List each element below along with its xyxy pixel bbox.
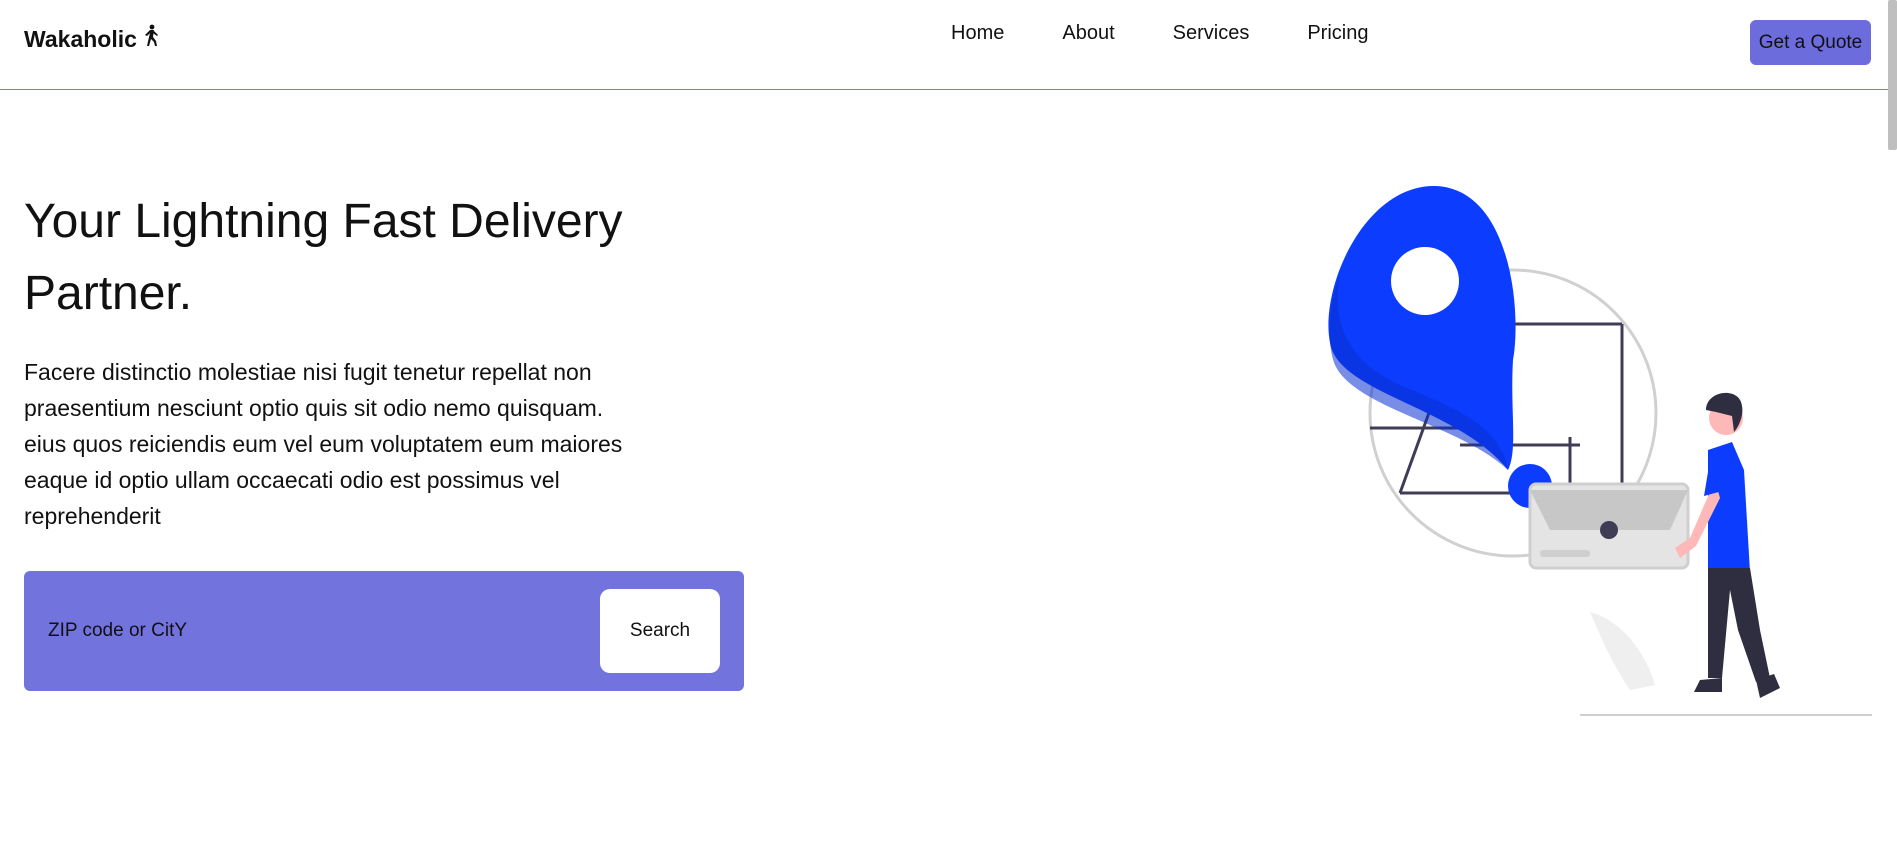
nav-about-link[interactable]: About — [1062, 22, 1114, 45]
search-button[interactable]: Search — [600, 589, 720, 673]
zip-city-search-input[interactable] — [48, 613, 468, 649]
nav-pricing-link[interactable]: Pricing — [1307, 22, 1368, 45]
scrollbar[interactable] — [1888, 0, 1897, 150]
logo-text: Wakaholic — [24, 25, 137, 52]
site-header: Wakaholic Home About Services Pricing Ge… — [0, 0, 1897, 90]
package-box — [1528, 482, 1690, 570]
nav-services-link[interactable]: Services — [1173, 22, 1250, 45]
plant-leaf — [1590, 612, 1655, 690]
delivery-person — [1675, 392, 1780, 698]
delivery-location-illustration — [1260, 180, 1897, 725]
hero-description: Facere distinctio molestiae nisi fugit t… — [24, 359, 623, 529]
search-form: Search — [24, 571, 744, 691]
main-nav: Home About Services Pricing — [951, 22, 1368, 45]
get-a-quote-button[interactable]: Get a Quote — [1750, 20, 1871, 65]
logo[interactable]: Wakaholic — [24, 24, 161, 54]
location-pin-icon — [1328, 185, 1552, 508]
hero-title: Your Lightning Fast Delivery Partner. — [24, 195, 623, 320]
nav-home-link[interactable]: Home — [951, 22, 1004, 45]
walking-person-icon — [141, 24, 161, 54]
